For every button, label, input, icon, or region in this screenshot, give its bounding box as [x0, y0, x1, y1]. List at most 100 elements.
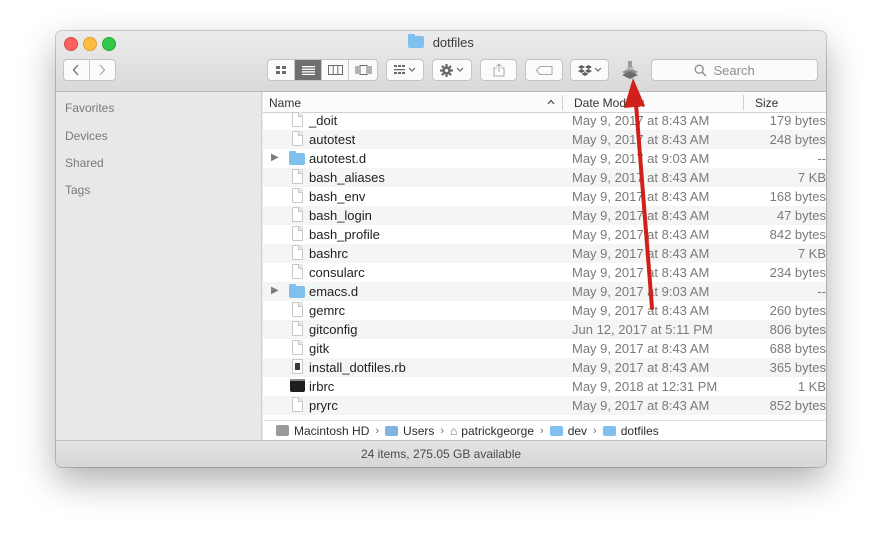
search-input[interactable] — [711, 61, 776, 79]
path-item[interactable]: ⌂ patrickgeorge — [450, 424, 534, 438]
disclosure-triangle-icon[interactable]: ▶ — [271, 285, 279, 296]
file-row[interactable]: bashrc May 9, 2017 at 8:43 AM 7 KB — [263, 244, 826, 263]
file-name: bash_env — [309, 189, 366, 204]
sidebar: Favorites Devices Shared Tags — [56, 92, 262, 440]
ruby-file-icon — [292, 359, 303, 374]
file-name: irbrc — [309, 379, 335, 394]
share-icon — [493, 63, 504, 77]
search-field[interactable] — [651, 59, 818, 81]
column-divider[interactable] — [562, 95, 563, 110]
path-item-label: patrickgeorge — [461, 423, 535, 438]
path-item[interactable]: Users — [385, 424, 434, 438]
file-row[interactable]: consularc May 9, 2017 at 8:43 AM 234 byt… — [263, 263, 826, 282]
file-row[interactable]: autotest May 9, 2017 at 8:43 AM 248 byte… — [263, 130, 826, 149]
doc-icon — [292, 321, 303, 336]
column-header-size[interactable]: Size — [755, 96, 778, 110]
file-size: 688 bytes — [769, 341, 826, 356]
back-button[interactable] — [64, 60, 90, 80]
file-name: bash_profile — [309, 227, 380, 242]
column-divider[interactable] — [743, 95, 744, 110]
arrange-icon — [394, 65, 416, 74]
sidebar-section-favorites[interactable]: Favorites — [65, 101, 114, 115]
file-date: May 9, 2017 at 8:43 AM — [572, 189, 710, 204]
file-name: bash_login — [309, 208, 372, 223]
file-row[interactable]: bash_env May 9, 2017 at 8:43 AM 168 byte… — [263, 187, 826, 206]
hard-drive-icon — [276, 425, 289, 436]
toolbar-extension-button[interactable] — [616, 59, 644, 81]
file-name: bashrc — [309, 246, 349, 261]
file-size: 260 bytes — [769, 303, 826, 318]
users-folder-icon — [385, 425, 399, 436]
folder-icon — [289, 284, 305, 298]
action-button[interactable] — [432, 59, 472, 81]
file-row[interactable]: gitconfig Jun 12, 2017 at 5:11 PM 806 by… — [263, 320, 826, 339]
tag-icon — [535, 65, 552, 75]
file-name: pryrc — [309, 398, 338, 413]
cover-flow-button[interactable] — [349, 60, 377, 80]
path-item[interactable]: Macintosh HD — [276, 424, 369, 438]
chevron-left-icon — [72, 64, 79, 76]
home-icon: ⌂ — [450, 423, 458, 438]
doc-icon — [292, 188, 303, 203]
file-size: 179 bytes — [769, 113, 826, 128]
doc-icon — [292, 131, 303, 146]
stacked-tool-icon — [622, 61, 638, 79]
file-size: 7 KB — [797, 170, 826, 185]
file-row[interactable]: bash_aliases May 9, 2017 at 8:43 AM 7 KB — [263, 168, 826, 187]
list-view-button[interactable] — [295, 60, 322, 80]
columns-icon — [327, 65, 343, 75]
column-header-date[interactable]: Date Modified — [574, 96, 644, 110]
chevron-right-icon: › — [440, 424, 445, 437]
status-bar: 24 items, 275.05 GB available — [56, 440, 826, 467]
file-row[interactable]: ▶ autotest.d May 9, 2017 at 9:03 AM -- — [263, 149, 826, 168]
file-row[interactable]: ▶ emacs.d May 9, 2017 at 9:03 AM -- — [263, 282, 826, 301]
file-row[interactable]: bash_profile May 9, 2017 at 8:43 AM 842 … — [263, 225, 826, 244]
folder-icon — [549, 425, 563, 436]
file-name: gitk — [309, 341, 330, 356]
file-size: 365 bytes — [769, 360, 826, 375]
file-row[interactable]: pryrc May 9, 2017 at 8:43 AM 852 bytes — [263, 396, 826, 415]
file-name: gitconfig — [309, 322, 358, 337]
file-size: 168 bytes — [769, 189, 826, 204]
tags-button[interactable] — [525, 59, 563, 81]
file-date: May 9, 2017 at 9:03 AM — [572, 151, 710, 166]
folder-icon — [289, 151, 305, 165]
file-date: May 9, 2017 at 8:43 AM — [572, 265, 710, 280]
window-title: dotfiles — [56, 34, 826, 53]
sidebar-section-shared[interactable]: Shared — [65, 156, 104, 170]
file-date: Jun 12, 2017 at 5:11 PM — [572, 322, 713, 337]
file-date: May 9, 2017 at 8:43 AM — [572, 398, 710, 413]
path-item-label: Macintosh HD — [294, 423, 370, 438]
file-row[interactable]: gemrc May 9, 2017 at 8:43 AM 260 bytes — [263, 301, 826, 320]
dropbox-button[interactable] — [570, 59, 609, 81]
path-item[interactable]: dotfiles — [602, 423, 659, 438]
icon-view-button[interactable] — [268, 60, 295, 80]
search-icon — [694, 64, 707, 77]
path-item[interactable]: dev — [549, 424, 587, 438]
doc-icon — [292, 226, 303, 241]
file-name: autotest — [309, 132, 356, 147]
doc-icon — [292, 169, 303, 184]
sidebar-section-devices[interactable]: Devices — [65, 129, 108, 143]
file-row[interactable]: irbrc May 9, 2018 at 12:31 PM 1 KB — [263, 377, 826, 396]
file-size: 1 KB — [797, 379, 826, 394]
doc-icon — [292, 340, 303, 355]
share-button[interactable] — [480, 59, 517, 81]
file-size: 852 bytes — [769, 398, 826, 413]
file-row[interactable]: gitk May 9, 2017 at 8:43 AM 688 bytes — [263, 339, 826, 358]
disclosure-triangle-icon[interactable]: ▶ — [271, 152, 279, 163]
sidebar-section-tags[interactable]: Tags — [65, 183, 90, 197]
file-name: _doit — [309, 113, 338, 128]
column-view-button[interactable] — [322, 60, 349, 80]
path-bar: Macintosh HD › Users › ⌂ patrickgeorge › … — [263, 420, 826, 440]
forward-button[interactable] — [90, 60, 115, 80]
file-size: -- — [817, 284, 826, 299]
path-item-label: dotfiles — [620, 423, 659, 438]
file-size: -- — [817, 151, 826, 166]
file-row[interactable]: _doit May 9, 2017 at 8:43 AM 179 bytes — [263, 111, 826, 130]
column-header-name[interactable]: Name — [269, 96, 301, 110]
doc-icon — [292, 245, 303, 260]
file-row[interactable]: bash_login May 9, 2017 at 8:43 AM 47 byt… — [263, 206, 826, 225]
arrange-button[interactable] — [386, 59, 424, 81]
file-row[interactable]: install_dotfiles.rb May 9, 2017 at 8:43 … — [263, 358, 826, 377]
